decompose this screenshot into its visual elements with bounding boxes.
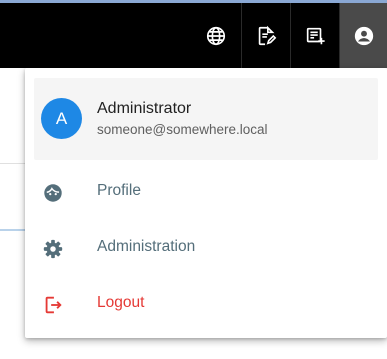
avatar: A bbox=[41, 98, 82, 139]
menu-item-logout[interactable]: Logout bbox=[25, 277, 387, 333]
gear-icon bbox=[42, 238, 64, 260]
logout-icon bbox=[42, 294, 64, 316]
background-divider bbox=[0, 163, 26, 164]
user-email: someone@somewhere.local bbox=[97, 122, 268, 137]
menu-item-label: Profile bbox=[97, 182, 141, 199]
user-menu: A Administrator someone@somewhere.local … bbox=[25, 68, 387, 338]
user-name: Administrator bbox=[97, 100, 192, 117]
add-note-icon bbox=[306, 27, 325, 44]
menu-item-administration[interactable]: Administration bbox=[25, 221, 387, 277]
menu-item-profile[interactable]: Profile bbox=[25, 165, 387, 221]
language-button[interactable] bbox=[192, 3, 240, 68]
edit-document-button[interactable] bbox=[241, 3, 290, 68]
new-note-button[interactable] bbox=[290, 3, 339, 68]
edit-document-icon bbox=[258, 25, 277, 45]
user-card: A Administrator someone@somewhere.local bbox=[34, 78, 378, 160]
account-button[interactable] bbox=[339, 3, 387, 68]
menu-item-label: Logout bbox=[97, 294, 145, 311]
face-icon bbox=[42, 182, 64, 204]
menu-item-label: Administration bbox=[97, 238, 196, 255]
account-circle-icon bbox=[354, 26, 374, 45]
globe-icon bbox=[206, 26, 226, 45]
background-active-indicator bbox=[0, 229, 26, 231]
